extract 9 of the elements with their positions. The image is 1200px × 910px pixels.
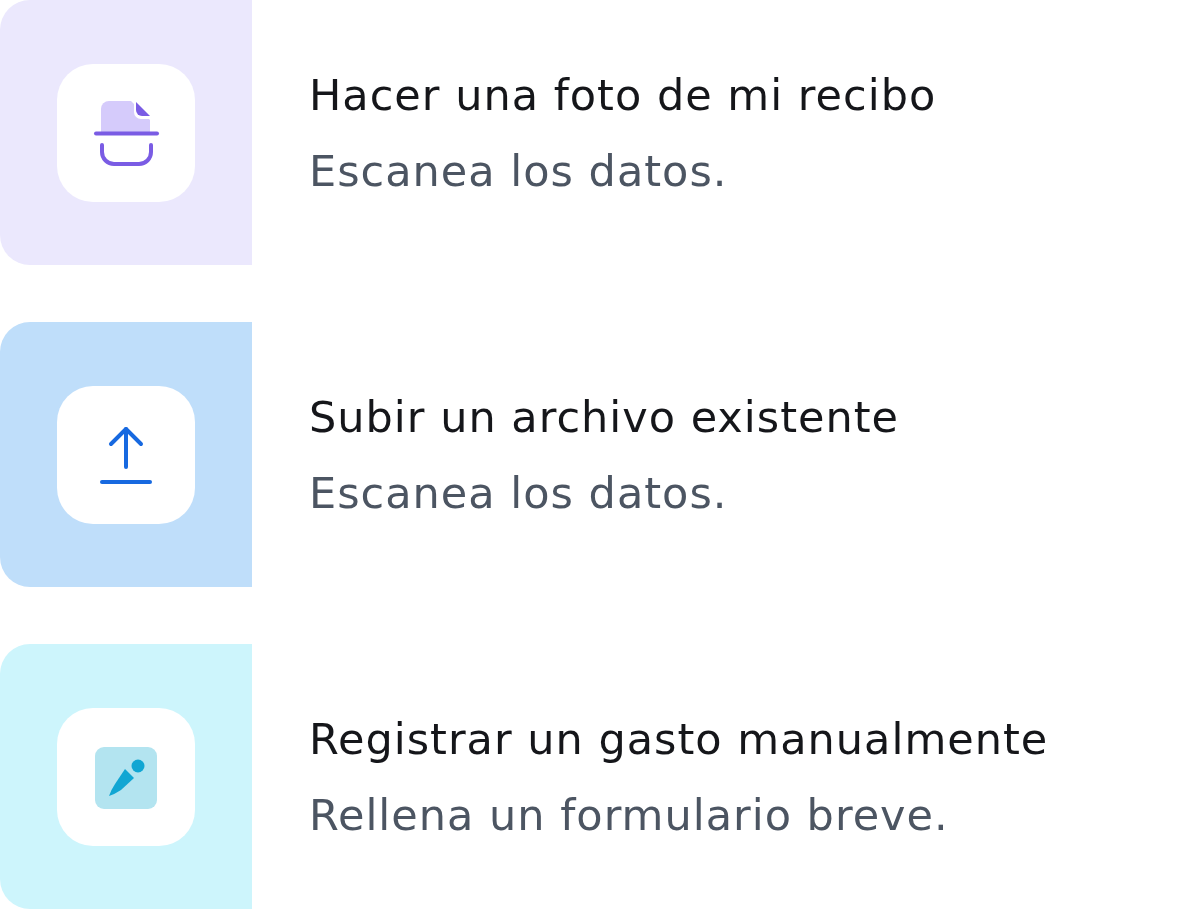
option-description: Rellena un formulario breve. <box>309 790 950 839</box>
pencil-icon <box>57 707 195 846</box>
option-title: Subir un archivo existente <box>309 392 900 441</box>
option-description: Escanea los datos. <box>309 468 729 517</box>
option-title: Registrar un gasto manualmente <box>309 714 1049 763</box>
option-description: Escanea los datos. <box>309 146 729 195</box>
option-title: Hacer una foto de mi recibo <box>309 70 937 119</box>
document-scan-icon <box>57 63 195 202</box>
upload-icon <box>57 385 195 524</box>
